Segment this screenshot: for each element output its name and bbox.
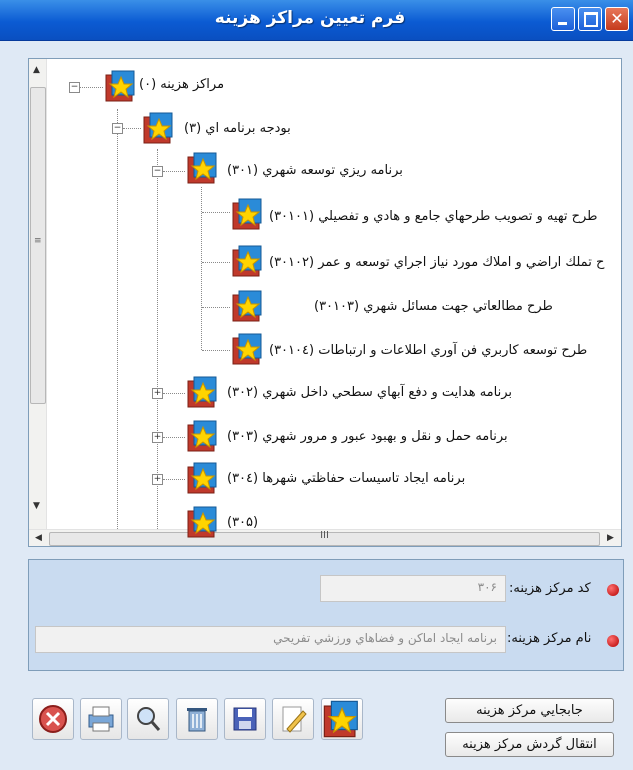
cost-center-folder-icon: [187, 152, 217, 184]
cost-center-folder-icon: [187, 462, 217, 494]
cost-center-folder-icon: [187, 506, 217, 538]
cost-center-folder-icon: [187, 376, 217, 408]
name-field[interactable]: برنامه ايجاد اماكن و فضاهاي ورزشي تفريحي: [35, 626, 506, 653]
cost-center-folder-icon: [232, 245, 262, 277]
delete-icon: [187, 708, 207, 732]
vertical-scrollbar[interactable]: ▲ ≡ ▼: [29, 59, 47, 529]
print-button[interactable]: [80, 698, 122, 740]
tree-node-program-303[interactable]: برنامه حمل و نقل و بهبود عبور و مرور شهر…: [227, 429, 508, 444]
details-panel: كد مركز هزينه: ٣٠۶ نام مركز هزينه: برنام…: [28, 559, 624, 671]
delete-button[interactable]: [176, 698, 218, 740]
tree-node-budget[interactable]: بودجه برنامه اي (٣): [184, 121, 291, 136]
tree-node-30101[interactable]: طرح تهيه و تصويب طرحهاي جامع و هادي و تف…: [269, 209, 598, 224]
code-field[interactable]: ٣٠۶: [320, 575, 506, 602]
exit-icon: [39, 705, 67, 733]
horizontal-scroll-thumb[interactable]: III: [49, 530, 600, 546]
collapse-root-icon[interactable]: −: [69, 82, 80, 93]
cost-center-folder-icon: [187, 420, 217, 452]
expand-program-303-icon[interactable]: +: [152, 432, 163, 443]
cost-center-folder-icon: [232, 333, 262, 365]
save-button[interactable]: [224, 698, 266, 740]
window-title: فرم تعيين مراكز هزينه: [214, 8, 406, 28]
cost-center-folder-icon: [105, 70, 135, 102]
cost-center-window: فرم تعيين مراكز هزينه ✕ ▲ ≡ ▼ ◀ III ▶ − …: [0, 0, 633, 770]
maximize-button[interactable]: [578, 7, 602, 31]
edit-button[interactable]: [272, 698, 314, 740]
exit-button[interactable]: [32, 698, 74, 740]
search-button[interactable]: [127, 698, 169, 740]
tree-node-root[interactable]: مراكز هزينه (٠): [139, 77, 224, 92]
vertical-scroll-thumb[interactable]: ≡: [30, 87, 46, 404]
search-icon: [137, 707, 161, 731]
collapse-program-301-icon[interactable]: −: [152, 166, 163, 177]
close-icon: ✕: [610, 9, 624, 28]
required-indicator-icon: [607, 584, 619, 596]
scroll-left-icon[interactable]: ◀: [35, 533, 42, 543]
tree-node-program-301[interactable]: برنامه ريزي توسعه شهري (٣٠١): [227, 163, 403, 178]
close-button[interactable]: ✕: [605, 7, 629, 31]
tree-node-30103[interactable]: طرح مطالعاتي جهت مسائل شهري (٣٠١٠٣): [314, 299, 553, 314]
horizontal-scrollbar[interactable]: ◀ III ▶: [29, 529, 621, 546]
edit-icon: [282, 706, 307, 733]
required-indicator-icon: [607, 635, 619, 647]
name-label: نام مركز هزينه:: [507, 631, 592, 646]
new-folder-icon: [323, 700, 358, 738]
expand-program-302-icon[interactable]: +: [152, 388, 163, 399]
cost-center-folder-icon: [232, 198, 262, 230]
tree-node-program-302[interactable]: برنامه هدايت و دفع آبهاي سطحي داخل شهري …: [227, 385, 512, 400]
title-bar[interactable]: فرم تعيين مراكز هزينه ✕: [0, 0, 633, 41]
tree-node-30104[interactable]: طرح توسعه كاربري فن آوري اطلاعات و ارتبا…: [269, 343, 587, 358]
tree-node-program-304[interactable]: برنامه ايجاد تاسيسات حفاظتي شهرها (٣٠٤): [227, 471, 465, 486]
code-label: كد مركز هزينه:: [509, 581, 591, 596]
cost-center-folder-icon: [232, 290, 262, 322]
move-cost-center-button[interactable]: جابجايي مركز هزينه: [445, 698, 614, 723]
expand-program-304-icon[interactable]: +: [152, 474, 163, 485]
tree-node-program-305[interactable]: (٣٠۵): [227, 515, 258, 530]
cost-center-tree[interactable]: ▲ ≡ ▼ ◀ III ▶ − مراكز هزينه (٠) − بودجه …: [28, 58, 622, 547]
transfer-cost-center-button[interactable]: انتقال گردش مركز هزينه: [445, 732, 614, 757]
collapse-budget-icon[interactable]: −: [112, 123, 123, 134]
scroll-right-icon[interactable]: ▶: [607, 533, 614, 543]
scroll-up-icon[interactable]: ▲: [33, 65, 40, 75]
minimize-button[interactable]: [551, 7, 575, 31]
cost-center-folder-icon: [143, 112, 173, 144]
tree-node-30102[interactable]: ح تملك اراضي و املاك مورد نياز اجراي توس…: [269, 255, 604, 270]
scroll-down-icon[interactable]: ▼: [33, 501, 40, 511]
new-cost-center-button[interactable]: [321, 698, 363, 740]
save-icon: [233, 707, 257, 731]
print-icon: [88, 706, 114, 732]
